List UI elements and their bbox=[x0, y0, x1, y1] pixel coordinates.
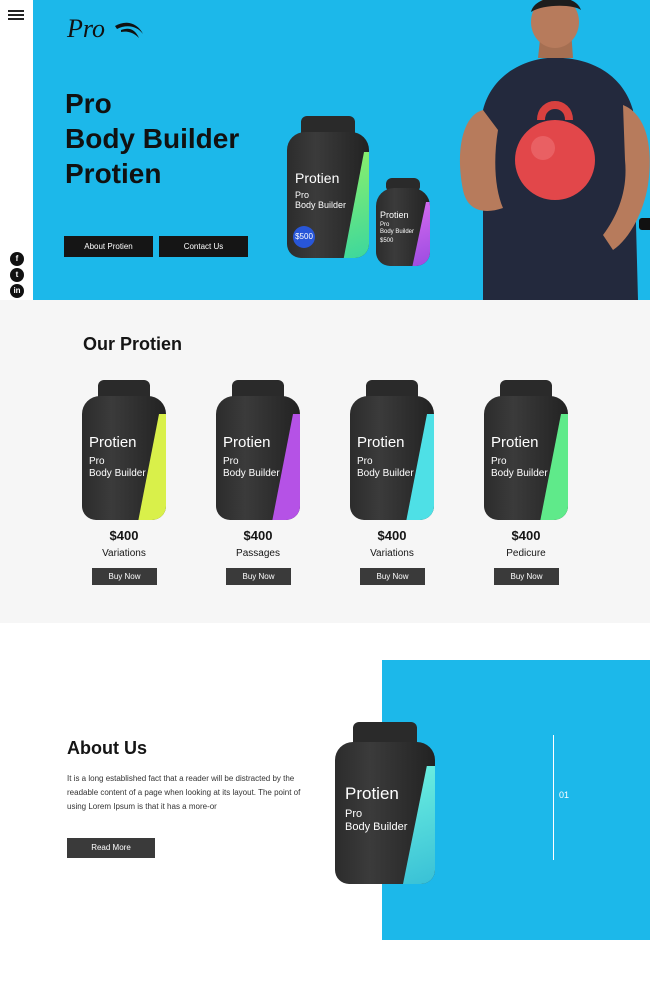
slider-divider bbox=[553, 735, 554, 860]
contact-us-button[interactable]: Contact Us bbox=[159, 236, 248, 257]
jar-brand: Protien bbox=[89, 434, 137, 451]
price-badge: $500 bbox=[380, 238, 394, 244]
jar-line: Body Builder bbox=[345, 820, 408, 833]
facebook-icon[interactable]: f bbox=[10, 252, 24, 266]
hero-title-line: Pro bbox=[65, 88, 112, 119]
hero-jar-small: Protien Pro Body Builder $500 bbox=[376, 178, 430, 266]
hero-title-line: Body Builder bbox=[65, 123, 240, 154]
buy-now-button[interactable]: Buy Now bbox=[494, 568, 559, 585]
jar-line: Pro bbox=[223, 456, 239, 467]
slide-number[interactable]: 01 bbox=[559, 790, 569, 800]
jar-line: Body Builder bbox=[357, 467, 414, 479]
linkedin-icon[interactable]: in bbox=[10, 284, 24, 298]
jar-line: Pro bbox=[357, 456, 373, 467]
jar-brand: Protien bbox=[357, 434, 405, 451]
hamburger-menu-icon[interactable] bbox=[8, 10, 24, 20]
about-protien-button[interactable]: About Protien bbox=[64, 236, 153, 257]
logo-text: Pro bbox=[67, 14, 106, 43]
left-strip: f t in bbox=[0, 0, 33, 300]
jar-brand: Protien bbox=[345, 784, 399, 803]
product-jar: Protien Pro Body Builder bbox=[350, 380, 434, 522]
hero-jar-large: Protien Pro Body Builder $500 bbox=[287, 116, 369, 258]
jar-line: Pro bbox=[345, 808, 363, 820]
product-name: Pedicure bbox=[506, 548, 546, 559]
jar-line: Pro bbox=[295, 190, 310, 200]
product-price: $400 bbox=[511, 528, 541, 543]
logo-swoosh-icon bbox=[115, 22, 143, 38]
about-title: About Us bbox=[67, 738, 147, 758]
twitter-icon[interactable]: t bbox=[10, 268, 24, 282]
product-price: $400 bbox=[109, 528, 139, 543]
product-price: $400 bbox=[243, 528, 273, 543]
hero-title: Pro Body Builder Protien bbox=[65, 86, 239, 191]
jar-line: Pro bbox=[491, 456, 507, 467]
product-jar: Protien Pro Body Builder bbox=[82, 380, 166, 522]
buy-now-button[interactable]: Buy Now bbox=[92, 568, 157, 585]
jar-line: Body Builder bbox=[89, 467, 146, 479]
buy-now-button[interactable]: Buy Now bbox=[360, 568, 425, 585]
about-paragraph: It is a long established fact that a rea… bbox=[67, 774, 301, 811]
product-name: Variations bbox=[102, 548, 146, 559]
buy-now-button[interactable]: Buy Now bbox=[226, 568, 291, 585]
jar-line: Body Builder bbox=[491, 467, 548, 479]
product-name: Passages bbox=[236, 548, 280, 559]
jar-brand: Protien bbox=[491, 434, 539, 451]
product-name: Variations bbox=[370, 548, 414, 559]
products-section: Our Protien Protien Pro Body Builder $40… bbox=[0, 300, 650, 623]
jar-line: Pro bbox=[89, 456, 105, 467]
jar-brand: Protien bbox=[223, 434, 271, 451]
jar-line: Body Builder bbox=[380, 228, 415, 235]
jar-line: Body Builder bbox=[223, 467, 280, 479]
product-price: $400 bbox=[377, 528, 407, 543]
athlete-image bbox=[459, 0, 650, 300]
hero-section: Pro Pro Body Builder Protien About Proti… bbox=[33, 0, 650, 300]
hero-title-line: Protien bbox=[65, 158, 162, 189]
jar-line: Pro bbox=[380, 222, 390, 228]
product-jar: Protien Pro Body Builder bbox=[216, 380, 300, 522]
products-title: Our Protien bbox=[83, 334, 183, 354]
jar-line: Body Builder bbox=[295, 200, 347, 211]
jar-brand: Protien bbox=[295, 170, 340, 186]
price-badge: $500 bbox=[293, 226, 315, 248]
product-jar: Protien Pro Body Builder bbox=[484, 380, 568, 522]
read-more-button[interactable]: Read More bbox=[67, 838, 155, 858]
logo[interactable]: Pro bbox=[67, 14, 143, 44]
about-jar: Protien Pro Body Builder bbox=[335, 722, 435, 884]
jar-brand: Protien bbox=[380, 210, 409, 220]
